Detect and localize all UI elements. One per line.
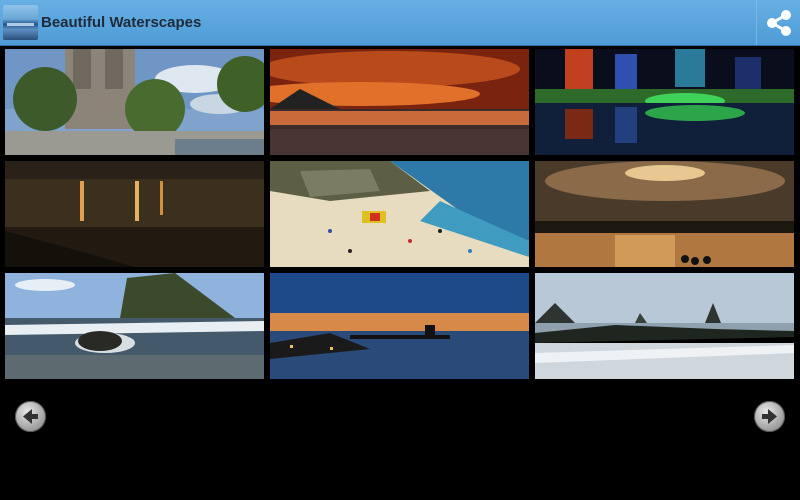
arrow-right-icon <box>762 409 777 424</box>
action-bar: Beautiful Waterscapes <box>0 0 800 46</box>
app-title: Beautiful Waterscapes <box>41 14 202 31</box>
gallery-tile-red-sunset-sea[interactable] <box>270 49 529 155</box>
gallery-tile-sea-stacks-beach[interactable] <box>535 273 794 379</box>
next-page-button[interactable] <box>754 401 785 432</box>
share-icon <box>767 10 791 36</box>
gallery-tile-rocky-coast[interactable] <box>5 273 264 379</box>
gallery-tile-crowded-beach[interactable] <box>270 161 529 267</box>
gallery-tile-sunset-lake-silhouettes[interactable] <box>535 161 794 267</box>
gallery-tile-pier-at-dusk[interactable] <box>270 273 529 379</box>
share-button[interactable] <box>757 0 800 45</box>
gallery-tile-city-lights-reflection[interactable] <box>535 49 794 155</box>
prev-page-button[interactable] <box>15 401 46 432</box>
app-icon[interactable] <box>3 5 38 40</box>
gallery-tile-night-lake-lights[interactable] <box>5 161 264 267</box>
arrow-left-icon <box>23 409 38 424</box>
gallery-tile-notre-dame-river[interactable] <box>5 49 264 155</box>
